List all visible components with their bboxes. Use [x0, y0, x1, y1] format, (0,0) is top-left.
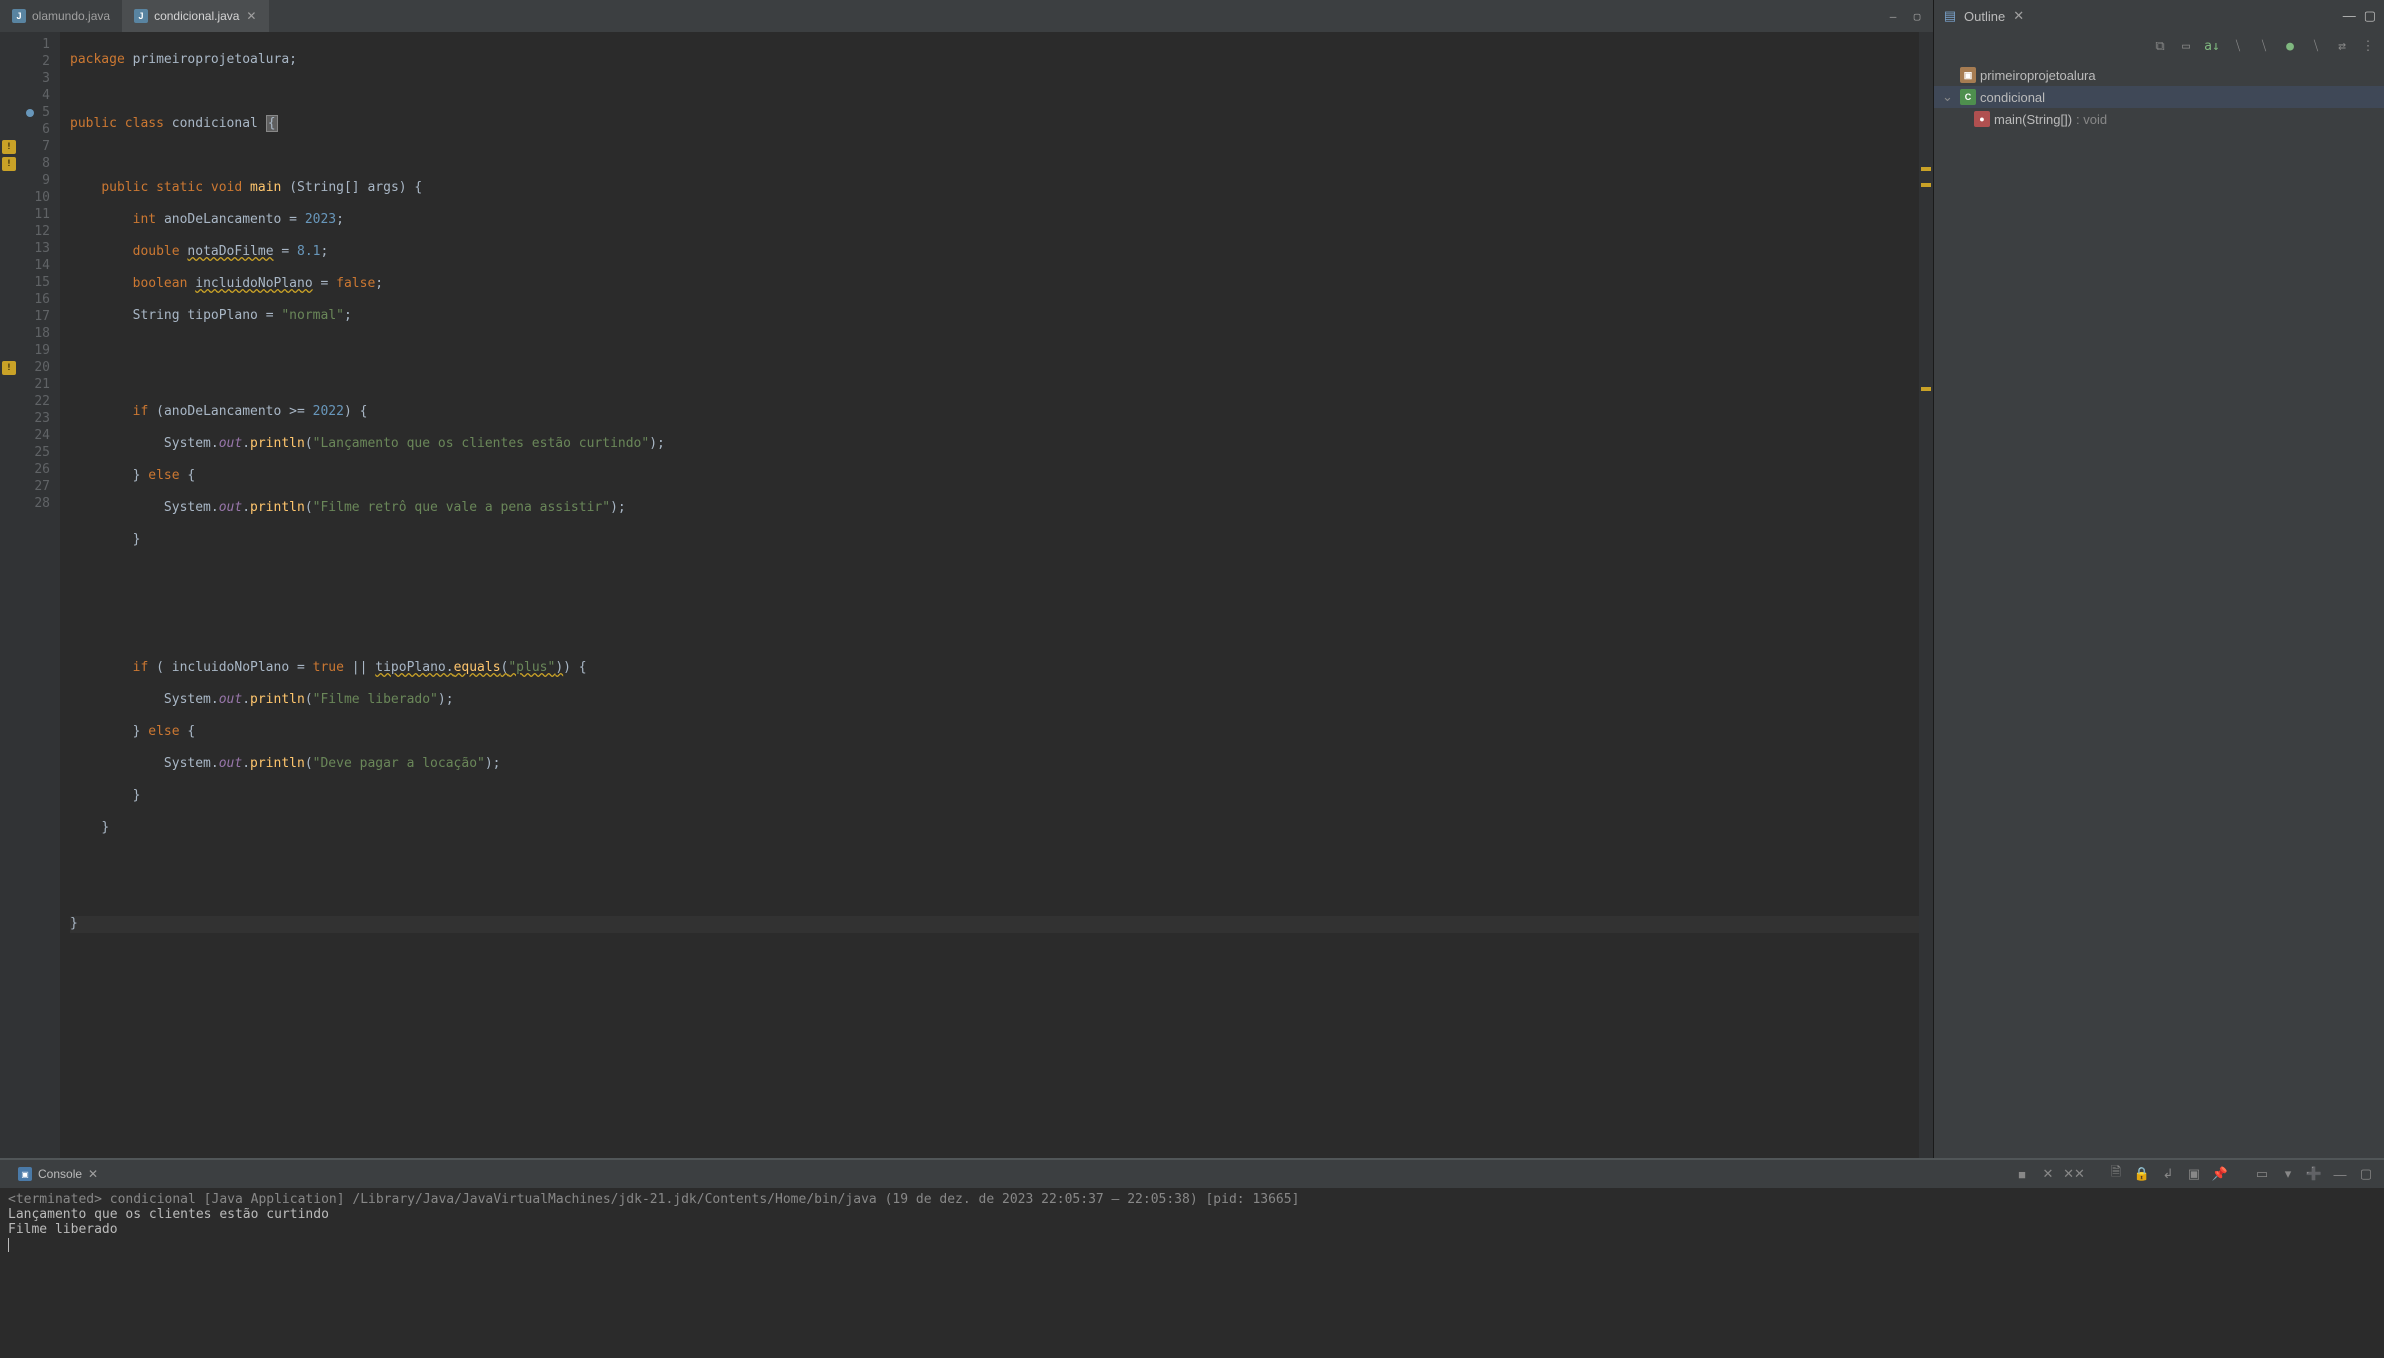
hide-nonpublic-icon[interactable]: ●	[2280, 36, 2300, 56]
outline-toolbar: ⧉ ▭ a↓ ⧹ ⧹ ● ⧹ ⇄ ⋮	[1934, 32, 2384, 60]
package-icon: ▣	[1960, 67, 1976, 83]
hide-fields-icon[interactable]: ⧹	[2228, 36, 2248, 56]
link-editor-icon[interactable]: ⇄	[2332, 36, 2352, 56]
console-toolbar: ■ ✕ ✕✕ 🗎 🔒 ↲ ▣ 📌 ▭ ▾ ➕ — ▢	[2012, 1164, 2376, 1184]
pin-console-icon[interactable]: 📌	[2210, 1164, 2230, 1184]
focus-icon[interactable]: ⧉	[2150, 36, 2170, 56]
console-panel: ▣ Console ✕ ■ ✕ ✕✕ 🗎 🔒 ↲ ▣ 📌 ▭ ▾ ➕ — ▢ <…	[0, 1158, 2384, 1358]
close-outline-icon[interactable]: ✕	[2013, 8, 2024, 24]
overview-mark-warning[interactable]	[1921, 167, 1931, 171]
console-output-line: Lançamento que os clientes estão curtind…	[8, 1207, 2376, 1222]
java-file-icon: J	[12, 9, 26, 23]
warning-icon[interactable]: !	[2, 157, 16, 171]
tab-label: condicional.java	[154, 9, 239, 23]
code-text[interactable]: package primeiroprojetoalura; public cla…	[60, 32, 1933, 1158]
editor-tab-olamundo[interactable]: J olamundo.java	[0, 0, 122, 32]
editor-view-controls: — ▢	[1885, 8, 1933, 24]
outline-panel: ▤ Outline ✕ — ▢ ⧉ ▭ a↓ ⧹ ⧹ ● ⧹ ⇄ ⋮ ▣ pri…	[1934, 0, 2384, 1158]
outline-class[interactable]: ⌄ C condicional	[1934, 86, 2384, 108]
outline-title: Outline	[1964, 9, 2005, 24]
overview-mark-warning[interactable]	[1921, 183, 1931, 187]
text-cursor	[8, 1238, 9, 1252]
sort-az-icon[interactable]: a↓	[2202, 36, 2222, 56]
minimize-icon[interactable]: —	[2330, 1164, 2350, 1184]
show-console-icon[interactable]: ▣	[2184, 1164, 2204, 1184]
breakpoint-icon[interactable]	[26, 109, 34, 117]
outline-header: ▤ Outline ✕ — ▢	[1934, 0, 2384, 32]
maximize-icon[interactable]: ▢	[2356, 1164, 2376, 1184]
close-console-tab-icon[interactable]: ✕	[88, 1167, 98, 1181]
console-tab[interactable]: ▣ Console ✕	[8, 1160, 108, 1188]
terminate-icon[interactable]: ■	[2012, 1164, 2032, 1184]
outline-method[interactable]: ● main(String[]) : void	[1934, 108, 2384, 130]
hide-static-icon[interactable]: ⧹	[2254, 36, 2274, 56]
console-view-icon: ▣	[18, 1167, 32, 1181]
editor-panel: J olamundo.java J condicional.java ✕ — ▢…	[0, 0, 1934, 1158]
warning-icon[interactable]: !	[2, 140, 16, 154]
remove-launch-icon[interactable]: ✕	[2038, 1164, 2058, 1184]
editor-tabbar: J olamundo.java J condicional.java ✕ — ▢	[0, 0, 1933, 32]
chevron-down-icon[interactable]: ⌄	[1942, 89, 1956, 105]
view-menu-icon[interactable]: ⋮	[2358, 36, 2378, 56]
close-tab-icon[interactable]: ✕	[245, 10, 257, 22]
tab-label: olamundo.java	[32, 9, 110, 23]
open-console-icon[interactable]: ▾	[2278, 1164, 2298, 1184]
display-selected-icon[interactable]: ▭	[2252, 1164, 2272, 1184]
console-tabbar: ▣ Console ✕ ■ ✕ ✕✕ 🗎 🔒 ↲ ▣ 📌 ▭ ▾ ➕ — ▢	[0, 1160, 2384, 1188]
outline-tree[interactable]: ▣ primeiroprojetoalura ⌄ C condicional ●…	[1934, 60, 2384, 1158]
scroll-lock-icon[interactable]: 🔒	[2132, 1164, 2152, 1184]
java-file-icon: J	[134, 9, 148, 23]
minimize-icon[interactable]: —	[2343, 8, 2356, 24]
method-icon: ●	[1974, 111, 1990, 127]
console-output-line: Filme liberado	[8, 1222, 2376, 1237]
overview-mark-warning[interactable]	[1921, 387, 1931, 391]
editor-tab-condicional[interactable]: J condicional.java ✕	[122, 0, 269, 32]
flat-icon[interactable]: ▭	[2176, 36, 2196, 56]
console-tab-label: Console	[38, 1167, 82, 1181]
word-wrap-icon[interactable]: ↲	[2158, 1164, 2178, 1184]
outline-view-icon: ▤	[1942, 8, 1958, 24]
line-gutter[interactable]: 1 2 3 4 5 6 7! 8! 9 10 11 12 13 14 15 16…	[0, 32, 60, 1158]
warning-icon[interactable]: !	[2, 361, 16, 375]
new-console-icon[interactable]: ➕	[2304, 1164, 2324, 1184]
minimize-icon[interactable]: —	[1885, 8, 1901, 24]
filter-icon[interactable]: ⧹	[2306, 36, 2326, 56]
overview-ruler[interactable]	[1919, 32, 1933, 1158]
remove-all-icon[interactable]: ✕✕	[2064, 1164, 2084, 1184]
console-output[interactable]: <terminated> condicional [Java Applicati…	[0, 1188, 2384, 1358]
maximize-icon[interactable]: ▢	[1909, 8, 1925, 24]
clear-console-icon[interactable]: 🗎	[2106, 1164, 2126, 1184]
console-status-line: <terminated> condicional [Java Applicati…	[8, 1192, 2376, 1207]
maximize-icon[interactable]: ▢	[2364, 8, 2376, 24]
class-icon: C	[1960, 89, 1976, 105]
outline-package[interactable]: ▣ primeiroprojetoalura	[1934, 64, 2384, 86]
code-area[interactable]: 1 2 3 4 5 6 7! 8! 9 10 11 12 13 14 15 16…	[0, 32, 1933, 1158]
